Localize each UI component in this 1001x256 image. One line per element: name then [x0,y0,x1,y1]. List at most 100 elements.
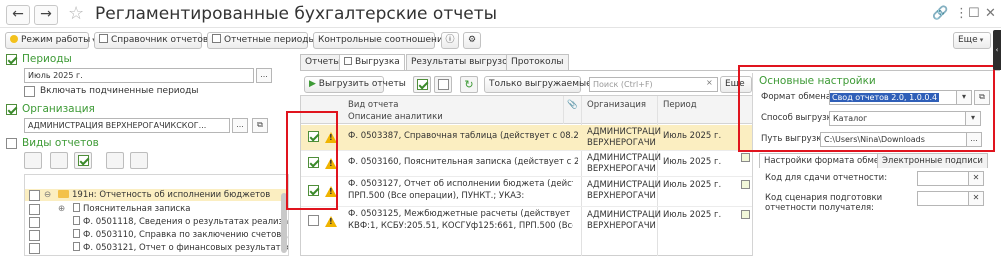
tree-row-checkbox[interactable] [29,204,40,215]
row-checkbox[interactable] [308,215,319,226]
row-desc: КВФ:1, КСБУ:205.51, КОСГУф125:661, ПРП.5… [348,221,573,231]
tree-row[interactable]: Ф. 0501118, Сведения о результатах реали… [25,216,288,228]
scenario-clear-button[interactable]: ✕ [968,191,984,206]
search-input[interactable]: Поиск (Ctrl+F) [589,77,718,92]
only-exported-button[interactable]: Только выгружаемые [484,76,592,93]
tree-row-label: Ф. 0503110, Справка по заключению счетов… [83,230,289,240]
check-all-icon[interactable] [74,152,92,169]
table-row[interactable]: Ф. 0503127, Отчет об исполнении бюджета … [301,176,753,205]
organization-select-button[interactable]: ... [232,118,248,133]
tree-structure-icon[interactable] [106,152,124,169]
settings-gear-icon[interactable]: ⚙ [463,32,481,49]
report-types-label: Виды отчетов [22,137,99,149]
attachment-icon[interactable]: 📎 [567,100,578,110]
periods-checkbox[interactable] [6,54,17,65]
tree-row-label: Пояснительная записка [83,204,191,214]
highlight-box-checkboxes [286,111,338,210]
col-divider [563,96,564,124]
document-icon [73,229,80,238]
tab-export-results[interactable]: Результаты выгрузок [406,54,519,70]
tab-signatures[interactable]: Электронные подписи [877,153,988,168]
report-types-checkbox[interactable] [6,138,17,149]
tree-row[interactable]: Ф. 0503121, Отчет о финансовых результат… [25,242,288,254]
mode-dot-icon [10,35,18,43]
search-clear-icon[interactable]: × [706,78,713,87]
tree-row[interactable]: Ф. 0503110, Справка по заключению счетов… [25,229,289,241]
row-org: АДМИНИСТРАЦИ [587,180,661,190]
row-type: Ф. 0503387, Справочная таблица (действуе… [348,131,578,141]
col-header-period[interactable]: Период [663,100,697,110]
export-tab-icon [344,57,352,65]
table-row[interactable]: Ф. 0503160, Пояснительная записка (дейст… [301,150,753,175]
back-button[interactable]: ← [6,5,30,25]
period-select-button[interactable]: ... [256,68,272,83]
copy-icon[interactable] [50,152,68,169]
include-subperiods-checkbox[interactable] [24,86,35,97]
highlight-box-settings [738,65,995,152]
tree-row[interactable]: ⊕ Пояснительная записка [25,203,288,215]
row-period: Июль 2025 г. [663,131,722,141]
link-icon[interactable]: 🔗 [932,6,948,22]
tree-row-checkbox[interactable] [29,217,40,228]
directory-icon [99,34,108,43]
organization-checkbox[interactable] [6,104,17,115]
warning-icon [325,216,337,227]
code-clear-button[interactable]: ✕ [968,171,984,186]
tab-format-settings[interactable]: Настройки формата обме... [759,153,893,168]
forward-button[interactable]: → [34,5,58,25]
side-panel-toggle[interactable]: ‹ [993,30,1001,70]
col-header-desc[interactable]: Описание аналитики [348,112,443,122]
organization-field[interactable]: АДМИНИСТРАЦИЯ ВЕРХНЕРОГАЧИКСКОГ... [24,118,230,133]
report-periods-button[interactable]: Отчетные периоды [207,32,316,49]
tree-row-content: Пояснительная записка [73,203,191,215]
expand-icon[interactable]: ⊕ [58,203,65,215]
row-period: Июль 2025 г. [663,210,722,220]
uncheck-all-rows-icon[interactable] [434,76,452,93]
organization-open-icon[interactable]: ⧉ [252,118,268,133]
table-row[interactable]: Ф. 0503387, Справочная таблица (действуе… [301,125,753,150]
export-arrow-icon: ▶ [309,79,319,89]
tab-protocols[interactable]: Протоколы [506,54,569,70]
expand-all-icon[interactable] [24,152,42,169]
tree-row-checkbox[interactable] [29,243,40,254]
tree-row-group[interactable]: ⊖ 191н: Отчетность об исполнении бюджетов [25,189,288,201]
favorite-star-icon[interactable]: ☆ [68,4,84,24]
maximize-icon[interactable]: ☐ [968,6,980,22]
row-org: АДМИНИСТРАЦИ [587,210,661,220]
code-label: Код для сдачи отчетности: [765,173,888,183]
more-button[interactable]: Еще ▾ [953,32,991,49]
row-status-icon [741,153,750,162]
tree-row-checkbox[interactable] [29,230,40,241]
info-icon[interactable]: ⓘ [441,32,459,49]
row-period: Июль 2025 г. [663,180,722,190]
row-status-icon [741,180,750,189]
control-ratios-button[interactable]: Контрольные соотношения▾ [313,32,454,49]
collapse-icon[interactable]: ⊖ [44,189,51,201]
tree-row-checkbox[interactable] [29,190,40,201]
tree-row-content: 191н: Отчетность об исполнении бюджетов [58,189,270,201]
period-field[interactable]: Июль 2025 г. [24,68,254,83]
reports-directory-button[interactable]: Справочник отчетов [94,32,208,49]
export-reports-button[interactable]: ▶ Выгрузить отчеты [304,76,406,93]
col-header-type[interactable]: Вид отчета [348,100,399,110]
code-field[interactable] [917,171,969,186]
periods-label: Периоды [22,53,72,65]
col-header-org[interactable]: Организация [587,100,646,110]
row-status-icon [741,210,750,219]
scenario-field[interactable] [917,191,969,206]
tree-row-label: 191н: Отчетность об исполнении бюджетов [72,190,271,200]
flat-list-icon[interactable] [130,152,148,169]
tree-row-content: Ф. 0503121, Отчет о финансовых результат… [73,242,288,254]
more-icon[interactable]: ⋮ [955,6,968,22]
refresh-icon[interactable]: ↻ [460,76,478,93]
uncheck-mark [438,79,449,90]
check-all-rows-icon[interactable] [413,76,431,93]
tab-export[interactable]: Выгрузка [339,54,405,71]
document-icon [73,203,80,212]
work-mode-button[interactable]: Режим работы▾ [5,32,96,49]
organization-label: Организация [22,103,95,115]
table-row[interactable]: Ф. 0503125, Межбюджетные расчеты (действ… [301,206,753,236]
row-type: Ф. 0503160, Пояснительная записка (дейст… [348,157,578,167]
close-icon[interactable]: ✕ [985,6,996,22]
check-mark [417,79,428,90]
